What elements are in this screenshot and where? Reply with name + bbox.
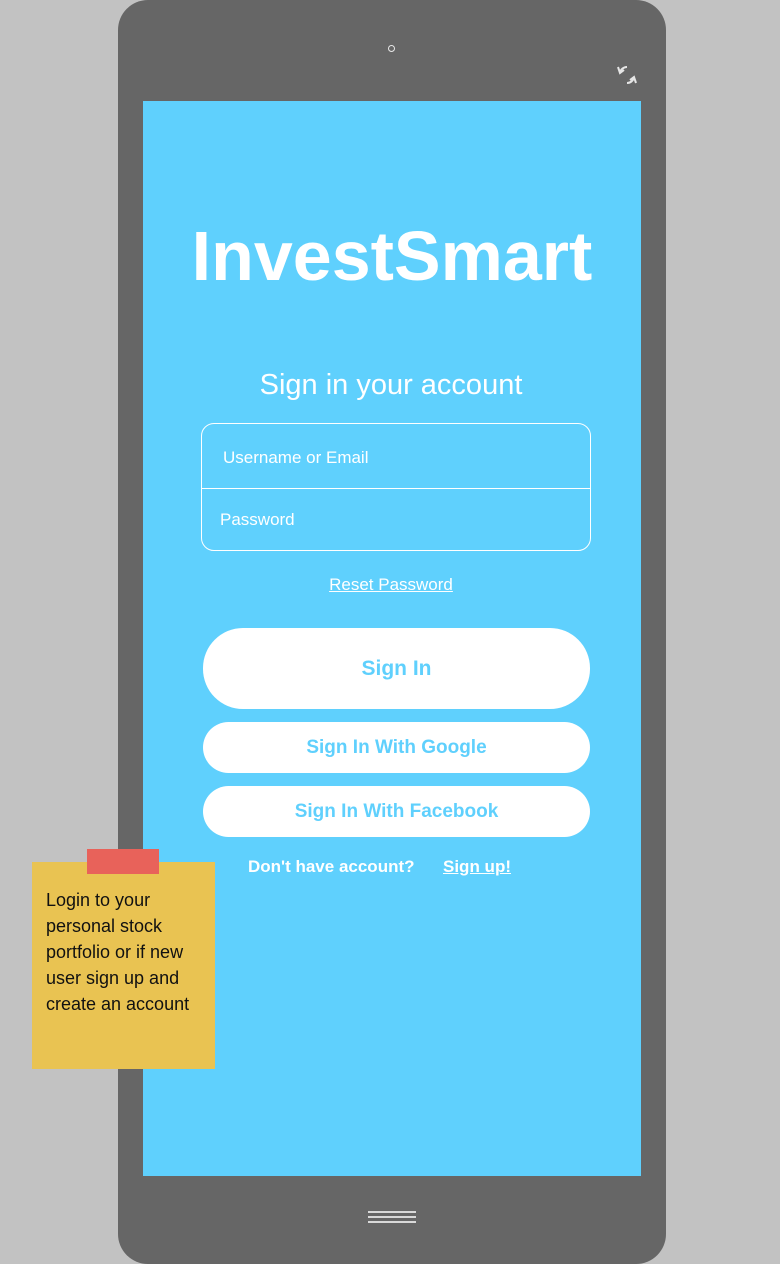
- app-title: InvestSmart: [191, 217, 593, 295]
- sign-in-facebook-button[interactable]: Sign In With Facebook: [203, 786, 590, 837]
- app-screen: InvestSmart Sign in your account Reset P…: [143, 101, 641, 1176]
- sign-in-google-button[interactable]: Sign In With Google: [203, 722, 590, 773]
- reset-password-link[interactable]: Reset Password: [143, 575, 639, 595]
- password-field[interactable]: [202, 508, 590, 532]
- no-account-text: Don't have account?: [248, 857, 415, 876]
- sign-in-heading: Sign in your account: [259, 369, 523, 401]
- form-divider: [202, 488, 590, 489]
- camera-dot: [388, 45, 395, 52]
- login-form: [201, 423, 591, 551]
- username-email-field[interactable]: [202, 446, 590, 470]
- sticky-note-tape: [87, 849, 159, 874]
- rotate-icon[interactable]: [615, 64, 639, 86]
- sign-up-link[interactable]: Sign up!: [443, 857, 511, 877]
- sign-in-button[interactable]: Sign In: [203, 628, 590, 709]
- sticky-note: Login to your personal stock portfolio o…: [32, 862, 215, 1069]
- menu-lines-icon[interactable]: [368, 1210, 416, 1224]
- phone-frame: InvestSmart Sign in your account Reset P…: [118, 0, 666, 1264]
- sticky-note-text: Login to your personal stock portfolio o…: [46, 890, 190, 1014]
